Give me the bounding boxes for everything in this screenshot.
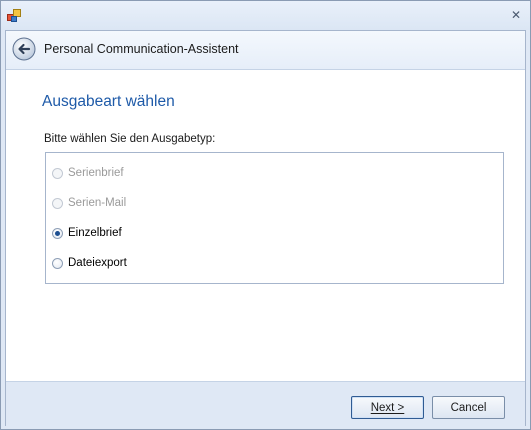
app-icon[interactable] (7, 9, 21, 23)
title-bar[interactable]: ✕ (1, 1, 530, 30)
output-type-prompt: Bitte wählen Sie den Ausgabetyp: (44, 133, 216, 145)
option-serienbrief[interactable]: Serienbrief (52, 165, 124, 181)
option-einzelbrief[interactable]: Einzelbrief (52, 225, 122, 241)
radio-dateiexport[interactable] (52, 257, 63, 269)
button-bar: Next > Cancel (6, 381, 525, 426)
output-type-group: Serienbrief Serien-Mail Einzelbrief Date… (45, 152, 504, 284)
radio-serien-mail[interactable] (52, 197, 63, 209)
option-label: Dateiexport (68, 257, 127, 269)
wizard-content: Personal Communication-Assistent Ausgabe… (5, 30, 526, 426)
option-label: Serienbrief (68, 167, 124, 179)
option-label: Einzelbrief (68, 227, 122, 239)
wizard-title: Personal Communication-Assistent (44, 42, 239, 56)
cancel-button-label: Cancel (450, 401, 487, 414)
close-icon[interactable]: ✕ (507, 7, 525, 23)
next-button-label: Next > (370, 401, 405, 414)
radio-serienbrief[interactable] (52, 167, 63, 179)
option-dateiexport[interactable]: Dateiexport (52, 255, 127, 271)
page-title: Ausgabeart wählen (42, 93, 175, 110)
cancel-button[interactable]: Cancel (432, 396, 505, 419)
option-serien-mail[interactable]: Serien-Mail (52, 195, 126, 211)
wizard-window: ✕ Personal Communication-Assistent Ausga (0, 0, 531, 430)
next-button[interactable]: Next > (351, 396, 424, 419)
radio-einzelbrief[interactable] (52, 227, 63, 239)
wizard-header: Personal Communication-Assistent (6, 31, 525, 70)
back-arrow-icon[interactable] (12, 37, 36, 61)
option-label: Serien-Mail (68, 197, 127, 209)
